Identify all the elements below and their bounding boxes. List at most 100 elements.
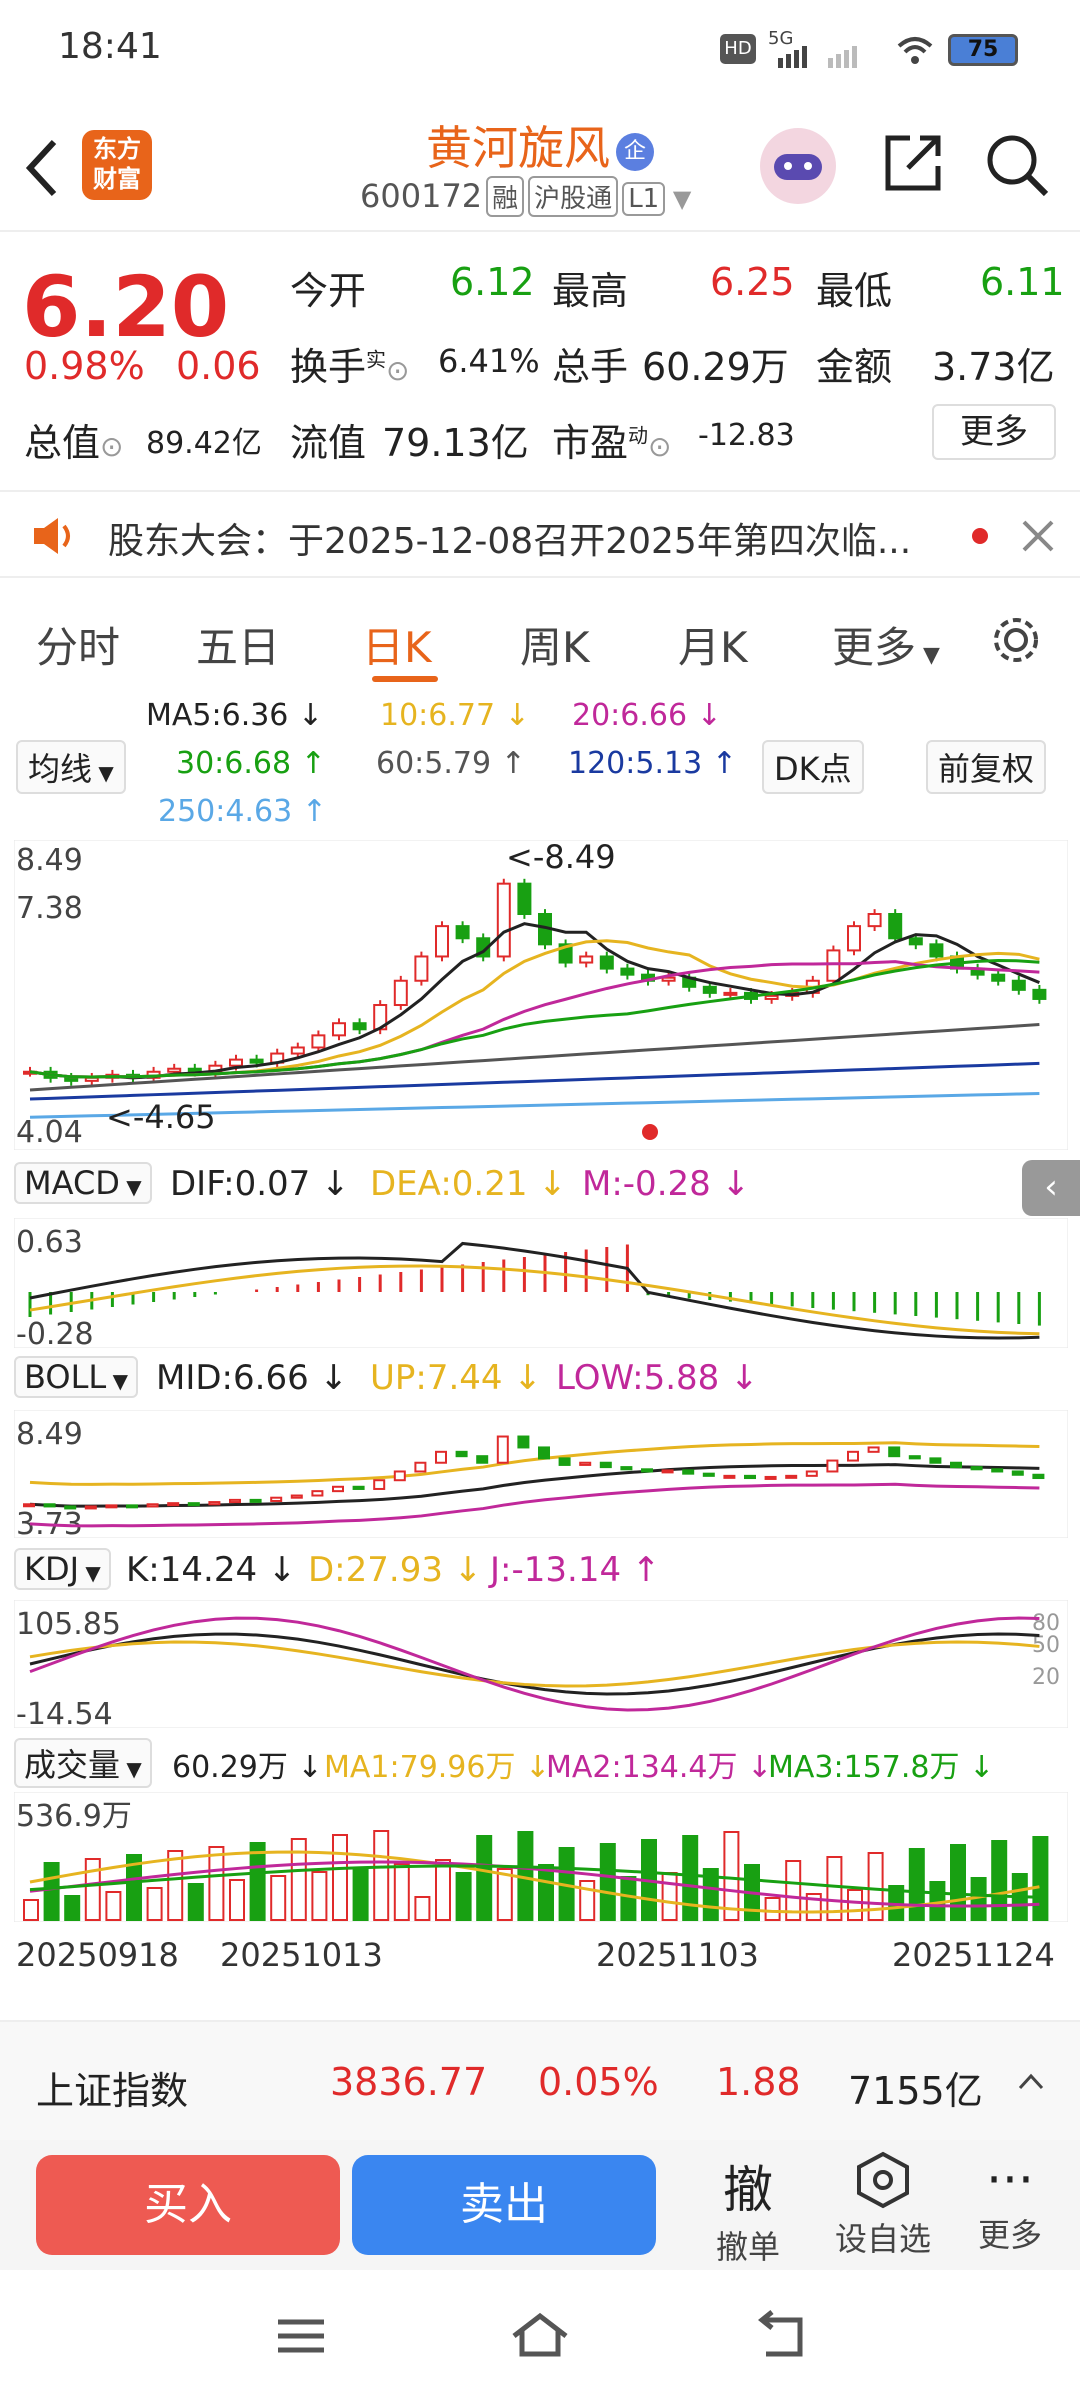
candle-body	[908, 937, 923, 946]
volume-bar	[84, 1858, 101, 1921]
index-pct: 0.05%	[538, 2060, 659, 2104]
high-value: 6.25	[710, 260, 795, 304]
volume-bar	[352, 1867, 369, 1921]
amount-label: 金额	[816, 345, 893, 389]
mktcap-value: 89.42亿	[146, 426, 262, 461]
kdj-selector[interactable]: KDJ ▼	[14, 1548, 111, 1590]
tab-monthly-k[interactable]: 月K	[678, 614, 748, 675]
boll-ymin: 3.73	[16, 1507, 83, 1538]
chevron-up-icon[interactable]	[1016, 2070, 1046, 2094]
ma120-label: 120:5.13 ↑	[568, 746, 737, 781]
ma30-label: 30:6.68 ↑	[176, 746, 326, 781]
boll-selector[interactable]: BOLL ▼	[14, 1356, 138, 1398]
volume-label: 总手	[552, 345, 629, 389]
volume-bar	[270, 1875, 287, 1921]
candle-body	[702, 985, 717, 994]
turnover-value: 6.41%	[438, 342, 540, 380]
settings-gear-icon[interactable]	[988, 612, 1044, 668]
ma20-label: 20:6.66 ↓	[572, 698, 722, 733]
boll-candle	[579, 1461, 592, 1466]
tab-intraday[interactable]: 分时	[36, 614, 120, 675]
current-day-dot	[642, 1124, 658, 1140]
menu-icon[interactable]	[276, 2316, 326, 2356]
macd-ymin: -0.28	[16, 1317, 94, 1348]
volume-bar	[435, 1859, 451, 1921]
boll-candle	[641, 1468, 653, 1473]
macd-chart: 0.63 -0.28	[14, 1218, 1068, 1348]
trade-actions: 买入 卖出 撤撤单 设自选 ··· 更多	[0, 2140, 1080, 2270]
float-label: 流值	[290, 421, 367, 465]
volume-bar	[332, 1834, 348, 1921]
boll-candle	[1011, 1470, 1024, 1476]
ma5-label: MA5:6.36 ↓	[146, 698, 324, 733]
pe-label: 市盈动⊙	[552, 421, 672, 465]
vol-ma3: MA3:157.8万 ↓	[768, 1750, 995, 1785]
candle-body	[991, 973, 1006, 982]
add-watchlist-button[interactable]: 设自选	[828, 2150, 938, 2260]
candle-body	[167, 1067, 182, 1073]
volume-bar	[538, 1864, 554, 1921]
boll-chart: 8.49 3.73	[14, 1410, 1068, 1538]
volume-bar	[847, 1889, 863, 1921]
assistant-avatar[interactable]	[760, 128, 836, 204]
amount-value: 3.73亿	[932, 345, 1055, 389]
low-label: 最低	[816, 269, 893, 313]
open-value: 6.12	[450, 260, 535, 304]
index-ticker[interactable]: 上证指数 3836.77 0.05% 1.88 7155亿	[0, 2020, 1080, 2140]
macd-selector[interactable]: MACD ▼	[14, 1162, 152, 1204]
dk-point-button[interactable]: DK点	[762, 740, 864, 794]
tab-daily-k[interactable]: 日K	[362, 614, 432, 675]
hd-icon: HD	[720, 34, 756, 64]
collapse-panel-button[interactable]: ‹	[1022, 1160, 1080, 1216]
boll-candle	[167, 1502, 180, 1507]
candle-body	[929, 943, 944, 958]
boll-candle	[888, 1446, 901, 1458]
macd-ymax: 0.63	[16, 1225, 83, 1260]
tab-weekly-k[interactable]: 周K	[520, 614, 590, 675]
volume-bar	[105, 1891, 122, 1921]
search-icon[interactable]	[982, 130, 1052, 200]
more-quote-button[interactable]: 更多	[932, 404, 1056, 460]
kline-chart[interactable]: 8.49 7.38 4.04 <-8.49 <-4.65	[14, 840, 1068, 1150]
volume-bar	[311, 1871, 328, 1921]
change-value: 0.06	[176, 344, 261, 388]
high-marker: <-8.49	[506, 840, 616, 876]
k-ymin: 4.04	[16, 1115, 83, 1150]
home-icon[interactable]	[510, 2310, 570, 2360]
notice-bar[interactable]: 股东大会：于2025-12-08召开2025年第四次临...	[0, 490, 1080, 578]
tab-five-day[interactable]: 五日	[196, 614, 280, 675]
volume-value: 60.29万	[642, 345, 789, 389]
volume-bar	[476, 1835, 493, 1921]
ma60-label: 60:5.79 ↑	[376, 746, 526, 781]
kdj-j: J:-13.14 ↑	[490, 1550, 661, 1590]
enterprise-badge: 企	[616, 132, 654, 171]
volume-bar	[682, 1835, 699, 1921]
sell-button[interactable]: 卖出	[352, 2155, 656, 2255]
turnover-label: 换手实⊙	[290, 345, 410, 389]
boll-candle	[805, 1470, 818, 1477]
close-icon[interactable]	[1020, 518, 1056, 554]
ma-selector[interactable]: 均线 ▼	[16, 740, 126, 794]
cancel-order-button[interactable]: 撤撤单	[698, 2150, 798, 2268]
boll-candle	[64, 1505, 77, 1510]
boll-candle	[785, 1474, 798, 1479]
vol-ymax: 536.9万	[16, 1799, 132, 1834]
macd-dea: DEA:0.21 ↓	[370, 1164, 567, 1204]
candle-body	[867, 913, 882, 928]
candle-body	[455, 925, 470, 940]
volume-bar	[764, 1897, 781, 1921]
more-actions-button[interactable]: ··· 更多	[960, 2150, 1060, 2256]
notice-text[interactable]: 股东大会：于2025-12-08召开2025年第四次临...	[108, 512, 911, 564]
boll-candle	[373, 1479, 386, 1490]
volume-bar	[64, 1895, 81, 1921]
boll-candle	[23, 1503, 35, 1508]
volume-bar	[208, 1846, 225, 1921]
buy-button[interactable]: 买入	[36, 2155, 340, 2255]
boll-candle	[929, 1457, 942, 1464]
tab-more[interactable]: 更多 ▼	[832, 614, 940, 675]
back-nav-icon[interactable]	[752, 2310, 808, 2360]
boll-candle	[1032, 1473, 1045, 1480]
volume-selector[interactable]: 成交量 ▼	[14, 1738, 152, 1788]
adjust-button[interactable]: 前复权	[926, 740, 1047, 794]
share-icon[interactable]	[880, 130, 946, 196]
